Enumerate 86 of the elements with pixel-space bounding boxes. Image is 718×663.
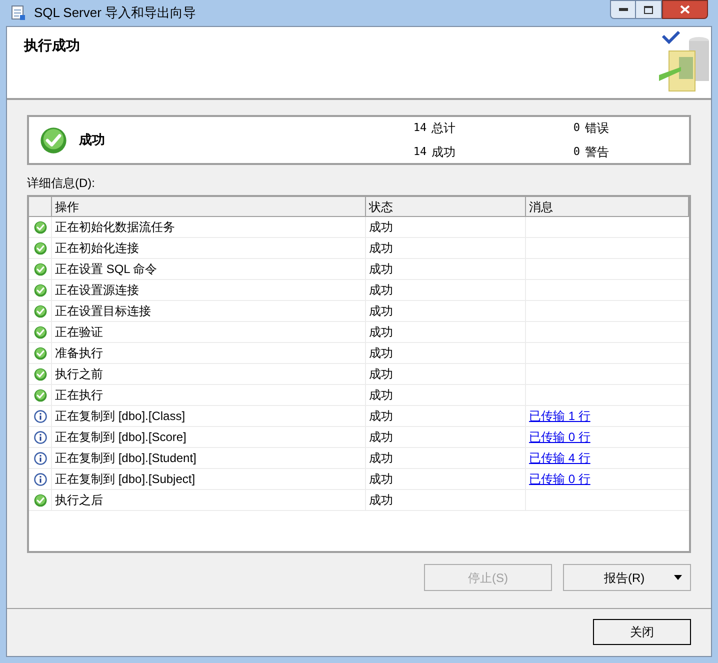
page-title: 执行成功 [24, 36, 80, 55]
table-row[interactable]: 正在初始化连接 成功 [29, 238, 689, 259]
action-cell-text: 执行之后 [55, 492, 103, 509]
maximize-icon [644, 6, 653, 14]
status-cell-text: 成功 [369, 387, 393, 404]
status-cell-text: 成功 [369, 303, 393, 320]
stat-value: 0 [573, 120, 580, 136]
table-row[interactable]: 正在复制到 [dbo].[Subject] 成功 已传输 0 行 [29, 469, 689, 490]
stat-label: 成功 [432, 144, 456, 161]
action-cell-text: 正在复制到 [dbo].[Subject] [55, 471, 196, 488]
minimize-icon [618, 8, 628, 11]
status-cell-text: 成功 [369, 471, 393, 488]
success-icon [40, 126, 67, 154]
table-row[interactable]: 正在复制到 [dbo].[Class] 成功 已传输 1 行 [29, 406, 689, 427]
maximize-button[interactable] [636, 0, 662, 19]
success-icon [34, 368, 46, 380]
status-cell-text: 成功 [369, 492, 393, 509]
info-icon [34, 472, 46, 486]
column-header[interactable]: 操作 [52, 197, 366, 216]
action-cell-text: 正在复制到 [dbo].[Student] [55, 450, 196, 467]
table-row[interactable]: 正在初始化数据流任务 成功 [29, 217, 689, 238]
success-icon [34, 494, 46, 506]
status-cell-text: 成功 [369, 429, 393, 446]
dropdown-icon [674, 575, 682, 580]
stat-label: 错误 [585, 120, 609, 137]
action-cell-text: 正在复制到 [dbo].[Class] [55, 408, 186, 425]
success-icon [34, 304, 46, 318]
status-cell-text: 成功 [369, 282, 393, 299]
message-link[interactable]: 已传输 0 行 [529, 428, 590, 446]
status-cell-text: 成功 [369, 261, 393, 278]
status-cell-text: 成功 [369, 324, 393, 341]
column-header[interactable]: 状态 [366, 197, 526, 216]
column-header[interactable]: 消息 [526, 197, 689, 216]
action-cell-text: 准备执行 [55, 345, 103, 362]
action-cell-text: 正在复制到 [dbo].[Score] [55, 429, 186, 446]
stat-label: 警告 [585, 144, 609, 161]
table-row[interactable]: 正在设置源连接 成功 [29, 280, 689, 301]
action-cell-text: 正在设置源连接 [55, 282, 139, 299]
success-icon [34, 346, 46, 360]
table-row[interactable]: 正在执行 成功 [29, 385, 689, 406]
status-cell-text: 成功 [369, 366, 393, 383]
status-cell-text: 成功 [369, 450, 393, 467]
message-link[interactable]: 已传输 1 行 [529, 407, 590, 425]
stat-value: 14 [413, 120, 427, 136]
success-icon [34, 326, 46, 338]
success-icon [34, 220, 46, 234]
success-icon [34, 284, 46, 296]
window-title: SQL Server 导入和导出向导 [34, 4, 196, 22]
info-icon [34, 410, 46, 422]
table-row[interactable]: 执行之前 成功 [29, 364, 689, 385]
close-dialog-button[interactable]: 关闭 [593, 619, 691, 645]
status-cell-text: 成功 [369, 408, 393, 425]
message-link[interactable]: 已传输 4 行 [529, 449, 590, 467]
action-cell-text: 正在验证 [55, 324, 103, 341]
report-button[interactable]: 报告(R) [563, 564, 691, 591]
action-cell-text: 正在执行 [55, 387, 103, 404]
info-icon [34, 452, 46, 464]
status-cell-text: 成功 [369, 219, 393, 236]
details-label: 详细信息(D): [27, 175, 96, 192]
table-row[interactable]: 正在复制到 [dbo].[Student] 成功 已传输 4 行 [29, 448, 689, 469]
table-row[interactable]: 正在设置目标连接 成功 [29, 301, 689, 322]
status-cell-text: 成功 [369, 345, 393, 362]
table-row[interactable]: 正在验证 成功 [29, 322, 689, 343]
message-link[interactable]: 已传输 0 行 [529, 470, 590, 488]
stat-value: 14 [413, 144, 427, 160]
table-row[interactable]: 执行之后 成功 [29, 490, 689, 511]
action-cell-text: 正在设置 SQL 命令 [55, 261, 158, 278]
table-row[interactable]: 准备执行 成功 [29, 343, 689, 364]
wizard-icon [10, 5, 26, 21]
close-button[interactable] [662, 0, 708, 19]
table-row[interactable]: 正在设置 SQL 命令 成功 [29, 259, 689, 280]
table-row[interactable]: 正在复制到 [dbo].[Score] 成功 已传输 0 行 [29, 427, 689, 448]
action-cell-text: 执行之前 [55, 366, 103, 383]
status-cell-text: 成功 [369, 240, 393, 257]
close-icon [680, 5, 690, 14]
action-cell-text: 正在初始化数据流任务 [55, 219, 175, 236]
success-icon [34, 242, 46, 254]
minimize-button[interactable] [610, 0, 636, 19]
success-icon [34, 388, 46, 402]
info-icon [34, 430, 46, 444]
action-cell-text: 正在初始化连接 [55, 240, 139, 257]
summary-status: 成功 [79, 131, 105, 150]
stat-value: 0 [573, 144, 580, 160]
stat-label: 总计 [432, 120, 456, 137]
success-icon [34, 262, 46, 276]
action-cell-text: 正在设置目标连接 [55, 303, 151, 320]
